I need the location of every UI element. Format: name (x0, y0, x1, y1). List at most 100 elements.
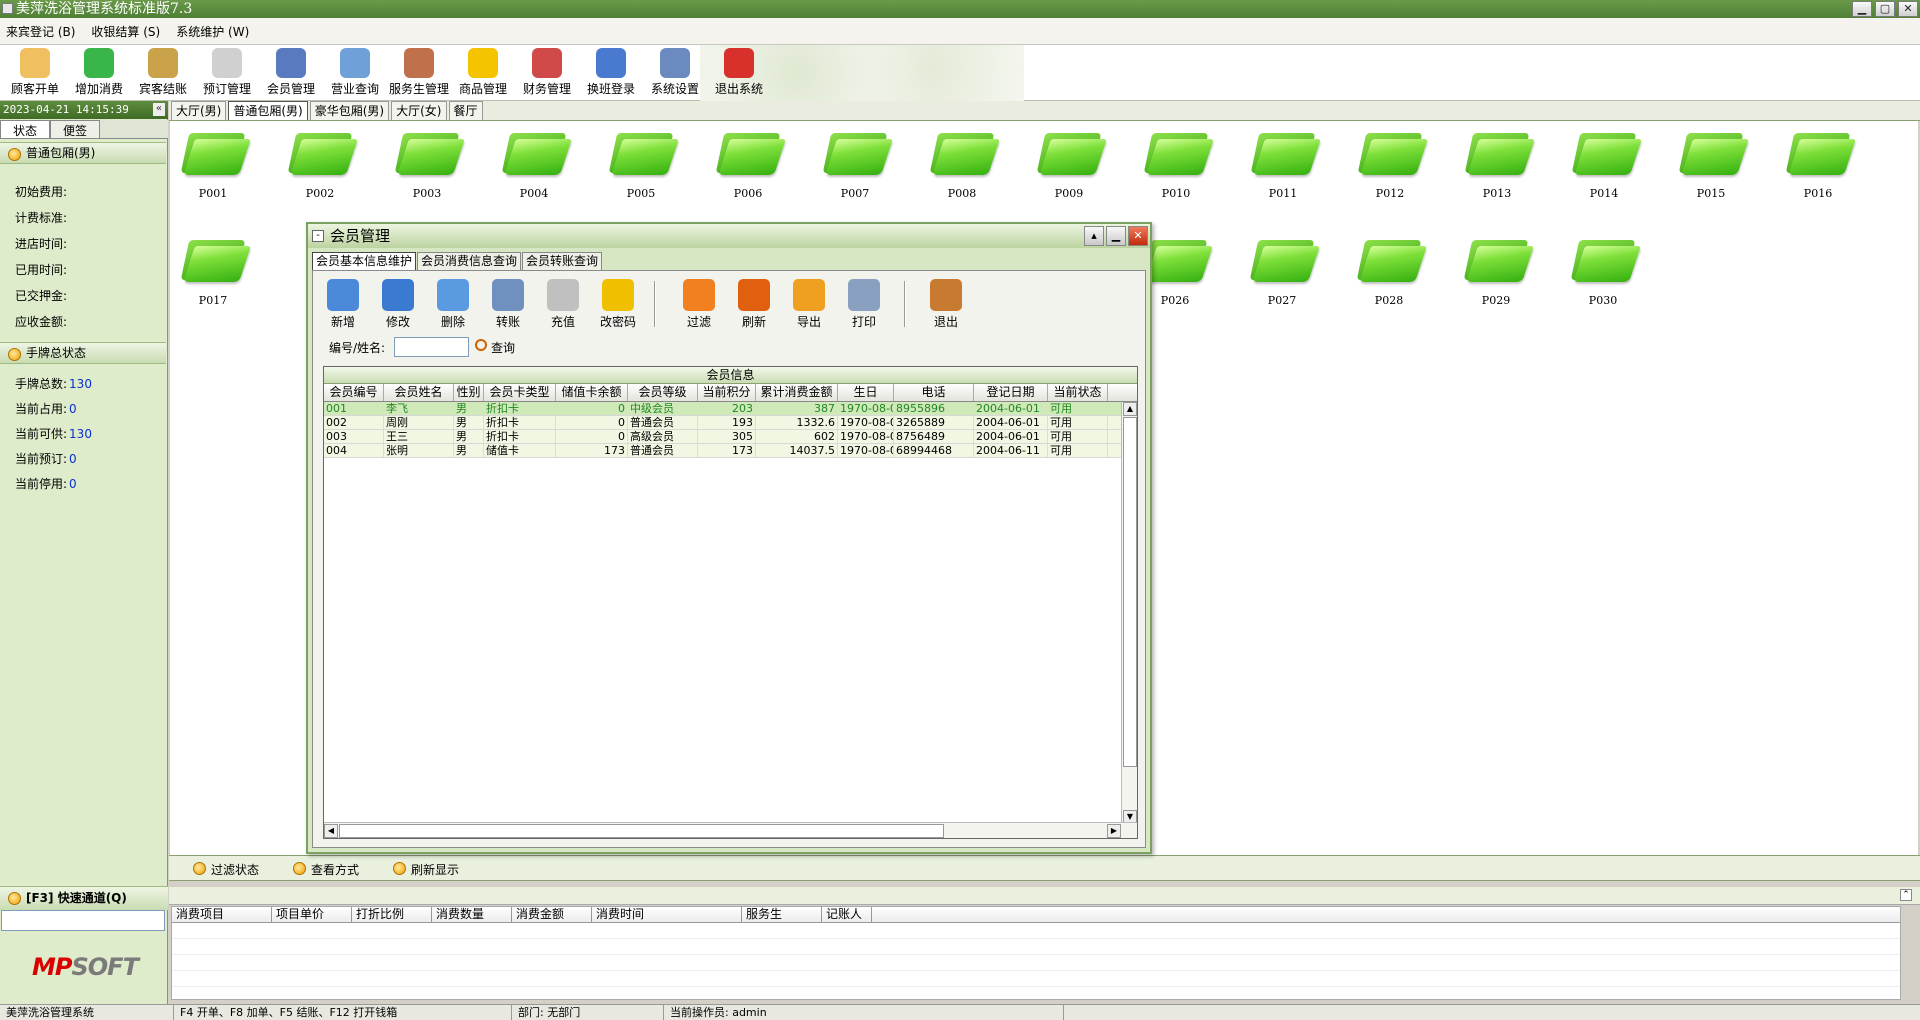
room-card[interactable]: P001 (178, 121, 251, 211)
consume-column-header[interactable]: 记账人 (822, 907, 872, 922)
room-card[interactable]: P027 (1247, 228, 1320, 318)
grid-column-header[interactable]: 登记日期 (974, 384, 1048, 401)
horizontal-scrollbar[interactable]: ◀ ▶ (324, 822, 1137, 838)
menu-checkout[interactable]: 收银结算 (S) (89, 21, 162, 42)
room-card[interactable]: P012 (1355, 121, 1428, 211)
consume-column-header[interactable]: 消费时间 (592, 907, 742, 922)
dialog-transfer-button[interactable]: 转账 (484, 279, 532, 330)
dialog-exit-door-button[interactable]: 退出 (922, 279, 970, 330)
toolbar-power-button[interactable]: 退出系统 (708, 48, 770, 100)
toolbar-money-bag-button[interactable]: 宾客结账 (132, 48, 194, 100)
tab-member-consume[interactable]: 会员消费信息查询 (417, 252, 522, 270)
room-tab[interactable]: 普通包厢(男) (228, 101, 308, 120)
expand-icon[interactable]: ⌃ (1900, 889, 1912, 901)
room-card[interactable]: P011 (1248, 121, 1321, 211)
dialog-recharge-button[interactable]: 充值 (539, 279, 587, 330)
dialog-export-button[interactable]: 导出 (785, 279, 833, 330)
query-button[interactable]: 查询 (475, 339, 515, 356)
minimize-button[interactable]: ▁ (1852, 1, 1872, 17)
toolbar-finance-button[interactable]: 财务管理 (516, 48, 578, 100)
app-menu-icon[interactable] (2, 3, 13, 14)
grid-column-header[interactable]: 累计消费金额 (756, 384, 838, 401)
room-card[interactable]: P004 (499, 121, 572, 211)
room-card[interactable]: P015 (1676, 121, 1749, 211)
search-input[interactable] (394, 337, 469, 357)
toolbar-star-button[interactable]: 商品管理 (452, 48, 514, 100)
grid-column-header[interactable]: 当前积分 (698, 384, 756, 401)
room-card[interactable]: P006 (713, 121, 786, 211)
room-tab[interactable]: 大厅(女) (391, 101, 447, 120)
grid-column-header[interactable]: 会员编号 (324, 384, 384, 401)
dialog-menu-icon[interactable]: - (312, 230, 324, 242)
room-card[interactable]: P002 (285, 121, 358, 211)
toolbar-shift-button[interactable]: 换班登录 (580, 48, 642, 100)
consume-column-header[interactable]: 消费项目 (172, 907, 272, 922)
close-button[interactable]: ✕ (1898, 1, 1918, 17)
dialog-close-button[interactable]: ✕ (1128, 226, 1148, 246)
room-card[interactable]: P009 (1034, 121, 1107, 211)
dialog-caption[interactable]: - 会员管理 ▴ ▁ ✕ (308, 224, 1150, 248)
grid-column-header[interactable]: 生日 (838, 384, 894, 401)
table-row[interactable]: 001 李飞男折扣卡 0 中级会员 203 387 1970-08-0 8955896 2004… (324, 402, 1137, 416)
room-card[interactable]: P007 (820, 121, 893, 211)
menu-system[interactable]: 系统维护 (W) (174, 21, 251, 42)
toolbar-people-button[interactable]: 服务生管理 (388, 48, 450, 100)
menu-guest-register[interactable]: 来宾登记 (B) (4, 21, 77, 42)
toolbar-green-box-button[interactable]: 增加消费 (68, 48, 130, 100)
dialog-up-button[interactable]: ▴ (1084, 226, 1104, 246)
grid-column-header[interactable]: 电话 (894, 384, 974, 401)
room-card[interactable]: P029 (1461, 228, 1534, 318)
tab-status[interactable]: 状态 (0, 120, 51, 138)
tab-member-info[interactable]: 会员基本信息维护 (312, 252, 417, 270)
grid-column-header[interactable]: 性别 (454, 384, 484, 401)
table-row[interactable]: 004 张明男储值卡 173 普通会员 173 14037.5 1970-08-0 68994… (324, 444, 1137, 458)
toolbar-clock-button[interactable]: 预订管理 (196, 48, 258, 100)
toolbar-settings-button[interactable]: 系统设置 (644, 48, 706, 100)
table-row[interactable]: 002 周刚男折扣卡 0 普通会员 193 1332.6 1970-08-0 3265889 2… (324, 416, 1137, 430)
dialog-filter-button[interactable]: 过滤 (675, 279, 723, 330)
room-card[interactable]: P010 (1141, 121, 1214, 211)
grid-column-header[interactable]: 当前状态 (1048, 384, 1108, 401)
room-card[interactable]: P030 (1568, 228, 1641, 318)
dialog-edit-button[interactable]: 修改 (374, 279, 422, 330)
dialog-delete-button[interactable]: 删除 (429, 279, 477, 330)
room-card[interactable]: P008 (927, 121, 1000, 211)
dialog-key-button[interactable]: 改密码 (594, 279, 642, 330)
dialog-add-button[interactable]: 新增 (319, 279, 367, 330)
grid-column-header[interactable]: 会员等级 (628, 384, 698, 401)
room-tab[interactable]: 豪华包厢(男) (309, 101, 390, 120)
dialog-minimize-button[interactable]: ▁ (1106, 226, 1126, 246)
consume-column-header[interactable]: 打折比例 (352, 907, 432, 922)
consume-column-header[interactable]: 项目单价 (272, 907, 352, 922)
refresh-display-button[interactable]: 刷新显示 (393, 861, 459, 878)
toolbar-member-button[interactable]: 会员管理 (260, 48, 322, 100)
collapse-icon[interactable]: « (153, 103, 165, 116)
quick-channel-header[interactable]: [F3] 快速通道(Q) (0, 886, 168, 910)
tab-member-transfer[interactable]: 会员转账查询 (522, 252, 603, 270)
table-row[interactable]: 003 王三男折扣卡 0 高级会员 305 602 1970-08-0 8756489 2004… (324, 430, 1137, 444)
filter-status-button[interactable]: 过滤状态 (193, 861, 259, 878)
grid-column-header[interactable]: 会员卡类型 (484, 384, 556, 401)
quick-channel-input[interactable] (1, 910, 165, 931)
dialog-refresh-button[interactable]: 刷新 (730, 279, 778, 330)
grid-column-header[interactable]: 储值卡余额 (556, 384, 628, 401)
consume-column-header[interactable]: 消费金额 (512, 907, 592, 922)
toolbar-magnifier-button[interactable]: 营业查询 (324, 48, 386, 100)
dialog-printer-button[interactable]: 打印 (840, 279, 888, 330)
tab-notes[interactable]: 便签 (50, 120, 101, 138)
grid-column-header[interactable]: 会员姓名 (384, 384, 454, 401)
consume-column-header[interactable]: 消费数量 (432, 907, 512, 922)
vertical-scrollbar[interactable]: ▲ ▼ (1121, 402, 1137, 824)
room-card[interactable]: P003 (392, 121, 465, 211)
room-card[interactable]: P014 (1569, 121, 1642, 211)
room-card[interactable]: P028 (1354, 228, 1427, 318)
maximize-button[interactable]: ▢ (1875, 1, 1895, 17)
consume-column-header[interactable]: 服务生 (742, 907, 822, 922)
view-mode-button[interactable]: 查看方式 (293, 861, 359, 878)
toolbar-key-button[interactable]: 顾客开单 (4, 48, 66, 100)
room-card[interactable]: P013 (1462, 121, 1535, 211)
room-tab[interactable]: 餐厅 (448, 101, 483, 120)
room-card[interactable]: P005 (606, 121, 679, 211)
room-tab[interactable]: 大厅(男) (171, 101, 227, 120)
room-card[interactable]: P016 (1783, 121, 1856, 211)
